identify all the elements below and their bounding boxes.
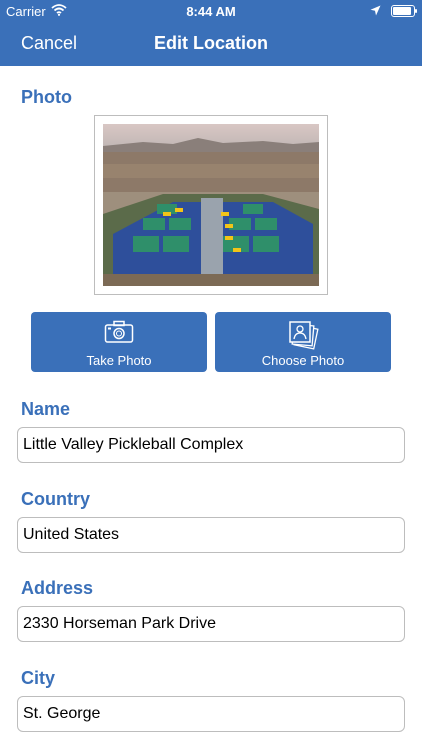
take-photo-button[interactable]: Take Photo — [31, 312, 207, 372]
status-time: 8:44 AM — [186, 4, 236, 19]
name-field[interactable]: Little Valley Pickleball Complex — [17, 427, 405, 463]
address-label: Address — [21, 578, 94, 598]
choose-photo-button[interactable]: Choose Photo — [215, 312, 391, 372]
country-label: Country — [21, 489, 90, 509]
camera-icon — [31, 320, 207, 349]
location-arrow-icon — [370, 4, 381, 19]
city-label: City — [21, 668, 56, 688]
city-field[interactable]: St. George — [17, 696, 405, 732]
name-value: Little Valley Pickleball Complex — [23, 436, 244, 453]
name-label: Name — [21, 399, 71, 419]
choose-photo-label: Choose Photo — [261, 353, 345, 368]
city-value: St. George — [23, 705, 101, 722]
photo-section-label: Photo — [21, 87, 72, 107]
status-bar: Carrier 8:44 AM — [0, 0, 422, 22]
location-photo-frame — [94, 115, 328, 295]
country-field[interactable]: United States — [17, 517, 405, 553]
address-value: 2330 Horseman Park Drive — [23, 615, 216, 632]
location-photo — [103, 124, 319, 286]
navigation-bar: Carrier 8:44 AM Cancel Edit Location — [0, 0, 422, 66]
address-field[interactable]: 2330 Horseman Park Drive — [17, 606, 405, 642]
page-title: Edit Location — [154, 33, 268, 53]
photo-stack-icon — [215, 320, 391, 355]
take-photo-label: Take Photo — [86, 353, 152, 368]
battery-icon — [391, 5, 417, 17]
country-value: United States — [23, 526, 120, 543]
